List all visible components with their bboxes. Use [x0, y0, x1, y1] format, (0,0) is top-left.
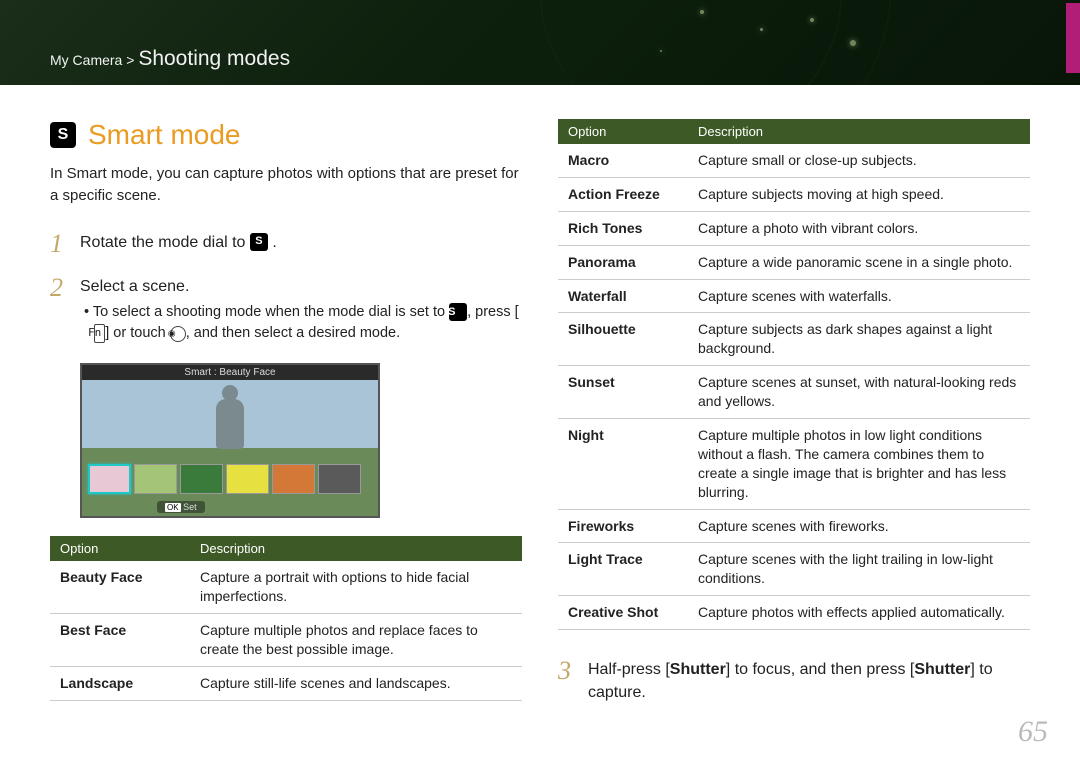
option-name: Beauty Face: [50, 561, 190, 613]
step-3: 3 Half-press [Shutter] to focus, and the…: [558, 658, 1030, 704]
option-name: Panorama: [558, 245, 688, 279]
step-number: 2: [50, 275, 66, 346]
option-desc: Capture multiple photos and replace face…: [190, 613, 522, 666]
section-heading: S Smart mode: [50, 119, 522, 151]
option-name: Rich Tones: [558, 211, 688, 245]
option-desc: Capture a portrait with options to hide …: [190, 561, 522, 613]
thumbnail: [318, 464, 361, 494]
option-desc: Capture a photo with vibrant colors.: [688, 211, 1030, 245]
option-desc: Capture scenes with the light trailing i…: [688, 543, 1030, 596]
option-name: Fireworks: [558, 509, 688, 543]
breadcrumb: My Camera > Shooting modes: [50, 47, 290, 71]
option-desc: Capture subjects moving at high speed.: [688, 177, 1030, 211]
option-name: Action Freeze: [558, 177, 688, 211]
option-name: Best Face: [50, 613, 190, 666]
option-desc: Capture scenes with fireworks.: [688, 509, 1030, 543]
option-desc: Capture a wide panoramic scene in a sing…: [688, 245, 1030, 279]
tbody-right: MacroCapture small or close-up subjects.…: [558, 144, 1030, 630]
step-2-sub: To select a shooting mode when the mode …: [80, 302, 522, 346]
table-row: FireworksCapture scenes with fireworks.: [558, 509, 1030, 543]
preview-thumbnails: [88, 464, 361, 494]
intro-text: In Smart mode, you can capture photos wi…: [50, 163, 522, 207]
table-row: NightCapture multiple photos in low ligh…: [558, 419, 1030, 510]
step-2: 2 Select a scene. To select a shooting m…: [50, 275, 522, 346]
option-name: Creative Shot: [558, 596, 688, 630]
preview-title: Smart : Beauty Face: [82, 365, 378, 380]
thumbnail: [134, 464, 177, 494]
table-row: MacroCapture small or close-up subjects.: [558, 144, 1030, 177]
option-desc: Capture photos with effects applied auto…: [688, 596, 1030, 630]
preview-silhouette: [210, 385, 250, 465]
option-desc: Capture small or close-up subjects.: [688, 144, 1030, 177]
fn-button-icon: Fn: [94, 324, 105, 343]
option-name: Macro: [558, 144, 688, 177]
option-desc: Capture scenes with waterfalls.: [688, 279, 1030, 313]
page-number: 65: [1018, 715, 1048, 749]
option-name: Silhouette: [558, 313, 688, 366]
thumbnail: [180, 464, 223, 494]
option-name: Waterfall: [558, 279, 688, 313]
option-desc: Capture still-life scenes and landscapes…: [190, 666, 522, 700]
option-desc: Capture scenes at sunset, with natural-l…: [688, 366, 1030, 419]
thumbnail: [272, 464, 315, 494]
table-row: SilhouetteCapture subjects as dark shape…: [558, 313, 1030, 366]
smart-mode-icon: S: [50, 122, 76, 148]
smart-dial-icon: S: [449, 303, 467, 321]
table-row: Light TraceCapture scenes with the light…: [558, 543, 1030, 596]
section-tab: [1066, 3, 1080, 73]
smart-dial-icon: S: [250, 233, 268, 251]
thumbnail: [226, 464, 269, 494]
table-row: Creative ShotCapture photos with effects…: [558, 596, 1030, 630]
th-option: Option: [50, 536, 190, 561]
th-desc: Description: [190, 536, 522, 561]
option-name: Night: [558, 419, 688, 510]
top-banner: My Camera > Shooting modes: [0, 0, 1080, 85]
option-desc: Capture multiple photos in low light con…: [688, 419, 1030, 510]
breadcrumb-prefix: My Camera >: [50, 52, 138, 68]
option-desc: Capture subjects as dark shapes against …: [688, 313, 1030, 366]
th-option: Option: [558, 119, 688, 144]
left-column: S Smart mode In Smart mode, you can capt…: [50, 119, 522, 723]
table-row: PanoramaCapture a wide panoramic scene i…: [558, 245, 1030, 279]
table-row: Beauty FaceCapture a portrait with optio…: [50, 561, 522, 613]
options-table-left: Option Description Beauty FaceCapture a …: [50, 536, 522, 700]
steps-list: 1 Rotate the mode dial to S . 2 Select a…: [50, 231, 522, 346]
step-1: 1 Rotate the mode dial to S .: [50, 231, 522, 257]
preview-set-label: OK Set: [157, 501, 205, 513]
steps-list-right: 3 Half-press [Shutter] to focus, and the…: [558, 658, 1030, 704]
camera-touch-icon: ◉: [170, 326, 186, 342]
decorative-arcs: [500, 0, 960, 85]
table-row: Best FaceCapture multiple photos and rep…: [50, 613, 522, 666]
table-row: Action FreezeCapture subjects moving at …: [558, 177, 1030, 211]
step-number: 3: [558, 658, 574, 704]
table-row: Rich TonesCapture a photo with vibrant c…: [558, 211, 1030, 245]
heading-text: Smart mode: [88, 119, 241, 151]
step-number: 1: [50, 231, 66, 257]
th-desc: Description: [688, 119, 1030, 144]
content: S Smart mode In Smart mode, you can capt…: [0, 85, 1080, 723]
tbody-left: Beauty FaceCapture a portrait with optio…: [50, 561, 522, 700]
right-column: Option Description MacroCapture small or…: [558, 119, 1030, 723]
table-row: WaterfallCapture scenes with waterfalls.: [558, 279, 1030, 313]
table-row: LandscapeCapture still-life scenes and l…: [50, 666, 522, 700]
options-table-right: Option Description MacroCapture small or…: [558, 119, 1030, 630]
thumbnail: [88, 464, 131, 494]
breadcrumb-current: Shooting modes: [138, 47, 290, 70]
option-name: Landscape: [50, 666, 190, 700]
option-name: Light Trace: [558, 543, 688, 596]
camera-screen-preview: Smart : Beauty Face OK Set: [80, 363, 380, 518]
table-row: SunsetCapture scenes at sunset, with nat…: [558, 366, 1030, 419]
option-name: Sunset: [558, 366, 688, 419]
